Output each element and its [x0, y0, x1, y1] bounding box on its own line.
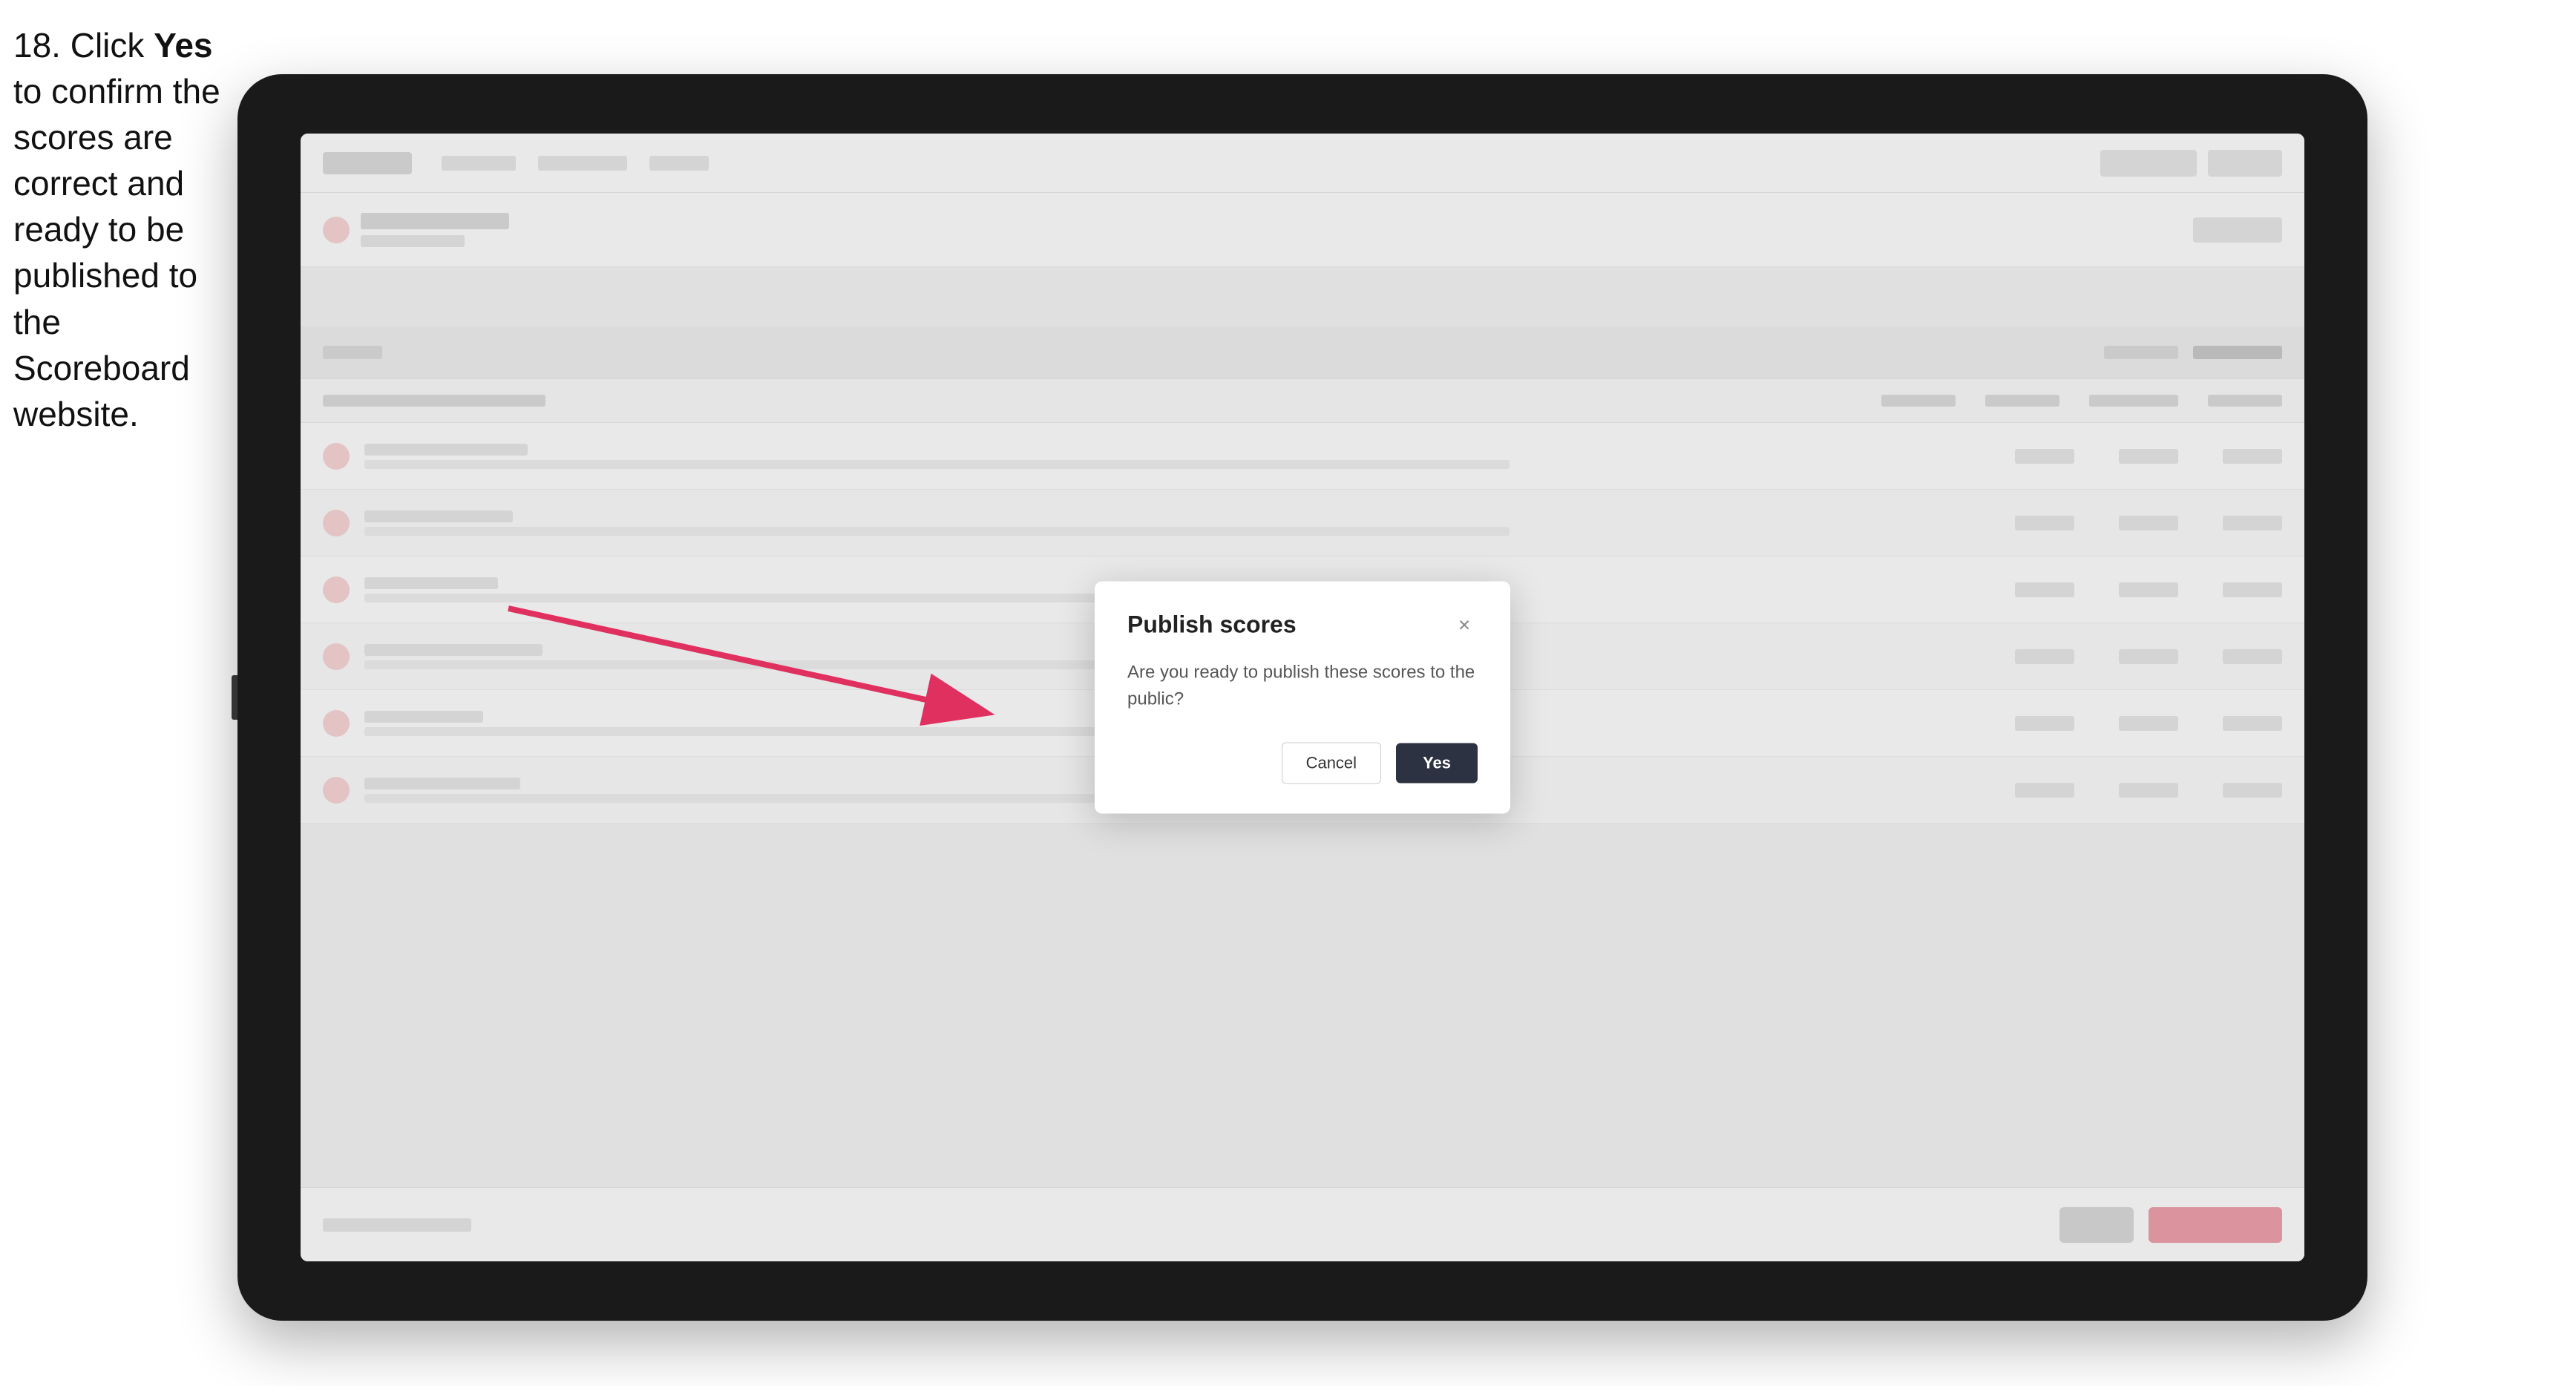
modal-dialog: Publish scores × Are you ready to publis…: [1095, 582, 1510, 814]
text-bold: Yes: [154, 26, 212, 65]
modal-footer: Cancel Yes: [1127, 743, 1478, 784]
modal-close-button[interactable]: ×: [1451, 611, 1478, 638]
step-number: 18.: [13, 26, 61, 65]
yes-button[interactable]: Yes: [1396, 743, 1478, 784]
modal-title: Publish scores: [1127, 611, 1297, 639]
instruction-text: 18. Click Yes to confirm the scores are …: [13, 22, 229, 437]
cancel-button[interactable]: Cancel: [1282, 743, 1381, 784]
tablet-side-button: [232, 675, 237, 720]
tablet-screen: Publish scores × Are you ready to publis…: [301, 134, 2304, 1261]
text-part1: Click: [61, 26, 154, 65]
text-part2: to confirm the scores are correct and re…: [13, 72, 220, 433]
tablet-device: Publish scores × Are you ready to publis…: [237, 74, 2367, 1321]
modal-header: Publish scores ×: [1127, 611, 1478, 639]
modal-body-text: Are you ready to publish these scores to…: [1127, 660, 1478, 713]
